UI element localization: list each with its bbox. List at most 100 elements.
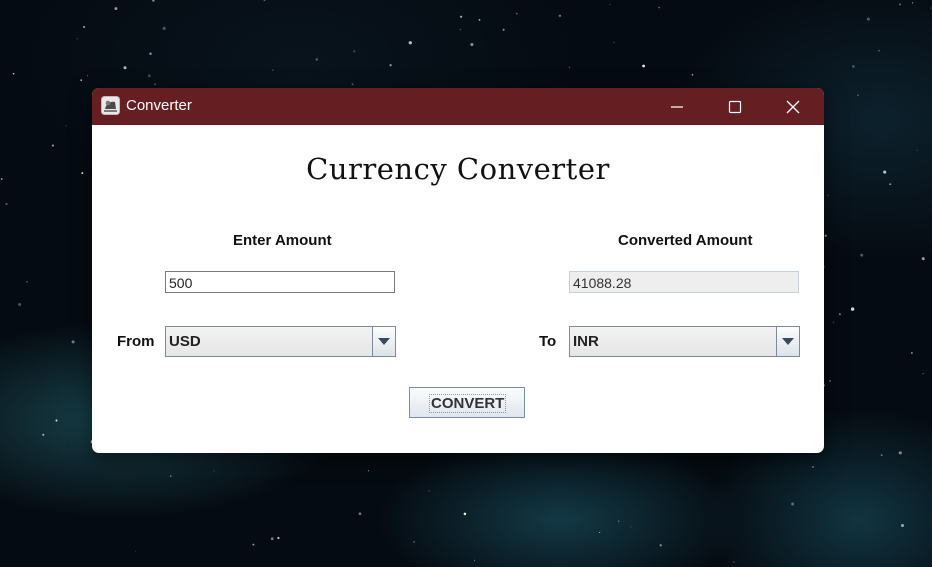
convert-button-label: CONVERT xyxy=(429,394,507,413)
star xyxy=(12,72,15,75)
star xyxy=(899,3,901,6)
star xyxy=(5,202,8,206)
star xyxy=(169,475,172,477)
star xyxy=(838,313,841,316)
star xyxy=(353,50,356,53)
star xyxy=(270,537,274,541)
star xyxy=(827,194,829,197)
star xyxy=(852,65,855,68)
to-label: To xyxy=(539,333,557,350)
star xyxy=(878,49,880,52)
star xyxy=(474,559,476,561)
convert-button[interactable]: CONVERT xyxy=(409,387,525,418)
star xyxy=(154,83,156,85)
star xyxy=(413,541,415,543)
amount-input[interactable]: 500 xyxy=(165,271,395,293)
star xyxy=(889,183,892,186)
star xyxy=(351,83,354,86)
star xyxy=(114,7,118,11)
star xyxy=(135,550,137,552)
star xyxy=(42,433,45,436)
star xyxy=(18,303,22,306)
close-icon xyxy=(786,100,800,113)
converter-window: Converter Currency Converter Enter Amoun… xyxy=(92,88,824,453)
to-dropdown-button[interactable] xyxy=(776,327,799,356)
star xyxy=(51,144,54,147)
star xyxy=(162,26,166,31)
star xyxy=(358,512,362,515)
window-title: Converter xyxy=(126,97,192,114)
star xyxy=(83,26,86,28)
star xyxy=(80,79,83,82)
star xyxy=(609,3,611,5)
star xyxy=(389,64,392,67)
star xyxy=(911,2,913,4)
star xyxy=(0,178,3,180)
star xyxy=(850,307,855,311)
star xyxy=(568,66,571,69)
star xyxy=(149,52,152,55)
star xyxy=(272,69,274,71)
star xyxy=(733,561,735,563)
star xyxy=(916,149,918,151)
maximize-icon xyxy=(728,100,742,113)
star xyxy=(277,536,280,540)
star xyxy=(832,321,834,323)
star xyxy=(857,94,859,96)
converted-amount-field: 41088.28 xyxy=(569,271,799,293)
from-currency-value: USD xyxy=(169,333,201,350)
star xyxy=(367,470,370,472)
enter-amount-label: Enter Amount xyxy=(233,232,332,249)
to-currency-select[interactable]: INR xyxy=(569,326,800,357)
star xyxy=(470,42,474,47)
from-currency-select[interactable]: USD xyxy=(165,326,396,357)
chevron-down-icon xyxy=(782,337,794,345)
close-button[interactable] xyxy=(764,88,822,125)
title-bar[interactable]: Converter xyxy=(92,88,824,125)
star xyxy=(898,451,902,455)
app-icon xyxy=(101,96,120,115)
star xyxy=(71,340,75,344)
star xyxy=(252,543,255,546)
minimize-button[interactable] xyxy=(648,88,706,125)
to-currency-value: INR xyxy=(573,333,599,350)
star xyxy=(883,170,887,174)
star xyxy=(930,7,932,9)
star xyxy=(922,373,924,375)
star xyxy=(65,125,67,127)
star xyxy=(558,14,562,17)
star xyxy=(691,73,694,76)
star xyxy=(315,58,319,61)
star xyxy=(860,253,864,257)
star xyxy=(408,41,412,45)
star xyxy=(911,352,913,354)
star xyxy=(263,0,266,1)
star xyxy=(658,6,660,9)
from-label: From xyxy=(117,333,155,350)
star xyxy=(659,544,662,547)
star xyxy=(630,526,632,528)
maximize-button[interactable] xyxy=(706,88,764,125)
star xyxy=(829,380,831,382)
star xyxy=(213,470,215,472)
star xyxy=(87,75,89,77)
star xyxy=(812,466,814,468)
star xyxy=(613,41,615,43)
star xyxy=(618,520,620,522)
star xyxy=(123,66,127,70)
star xyxy=(866,17,870,21)
converted-amount-label: Converted Amount xyxy=(618,232,753,249)
star xyxy=(55,419,58,422)
star xyxy=(599,531,601,534)
star xyxy=(642,64,645,68)
star xyxy=(459,15,463,18)
star xyxy=(791,502,795,506)
star xyxy=(900,523,905,528)
page-title: Currency Converter xyxy=(306,152,610,186)
star xyxy=(921,257,925,261)
minimize-icon xyxy=(671,105,683,108)
chevron-down-icon xyxy=(378,337,390,345)
star xyxy=(502,28,505,31)
star xyxy=(459,28,462,31)
from-dropdown-button[interactable] xyxy=(372,327,395,356)
